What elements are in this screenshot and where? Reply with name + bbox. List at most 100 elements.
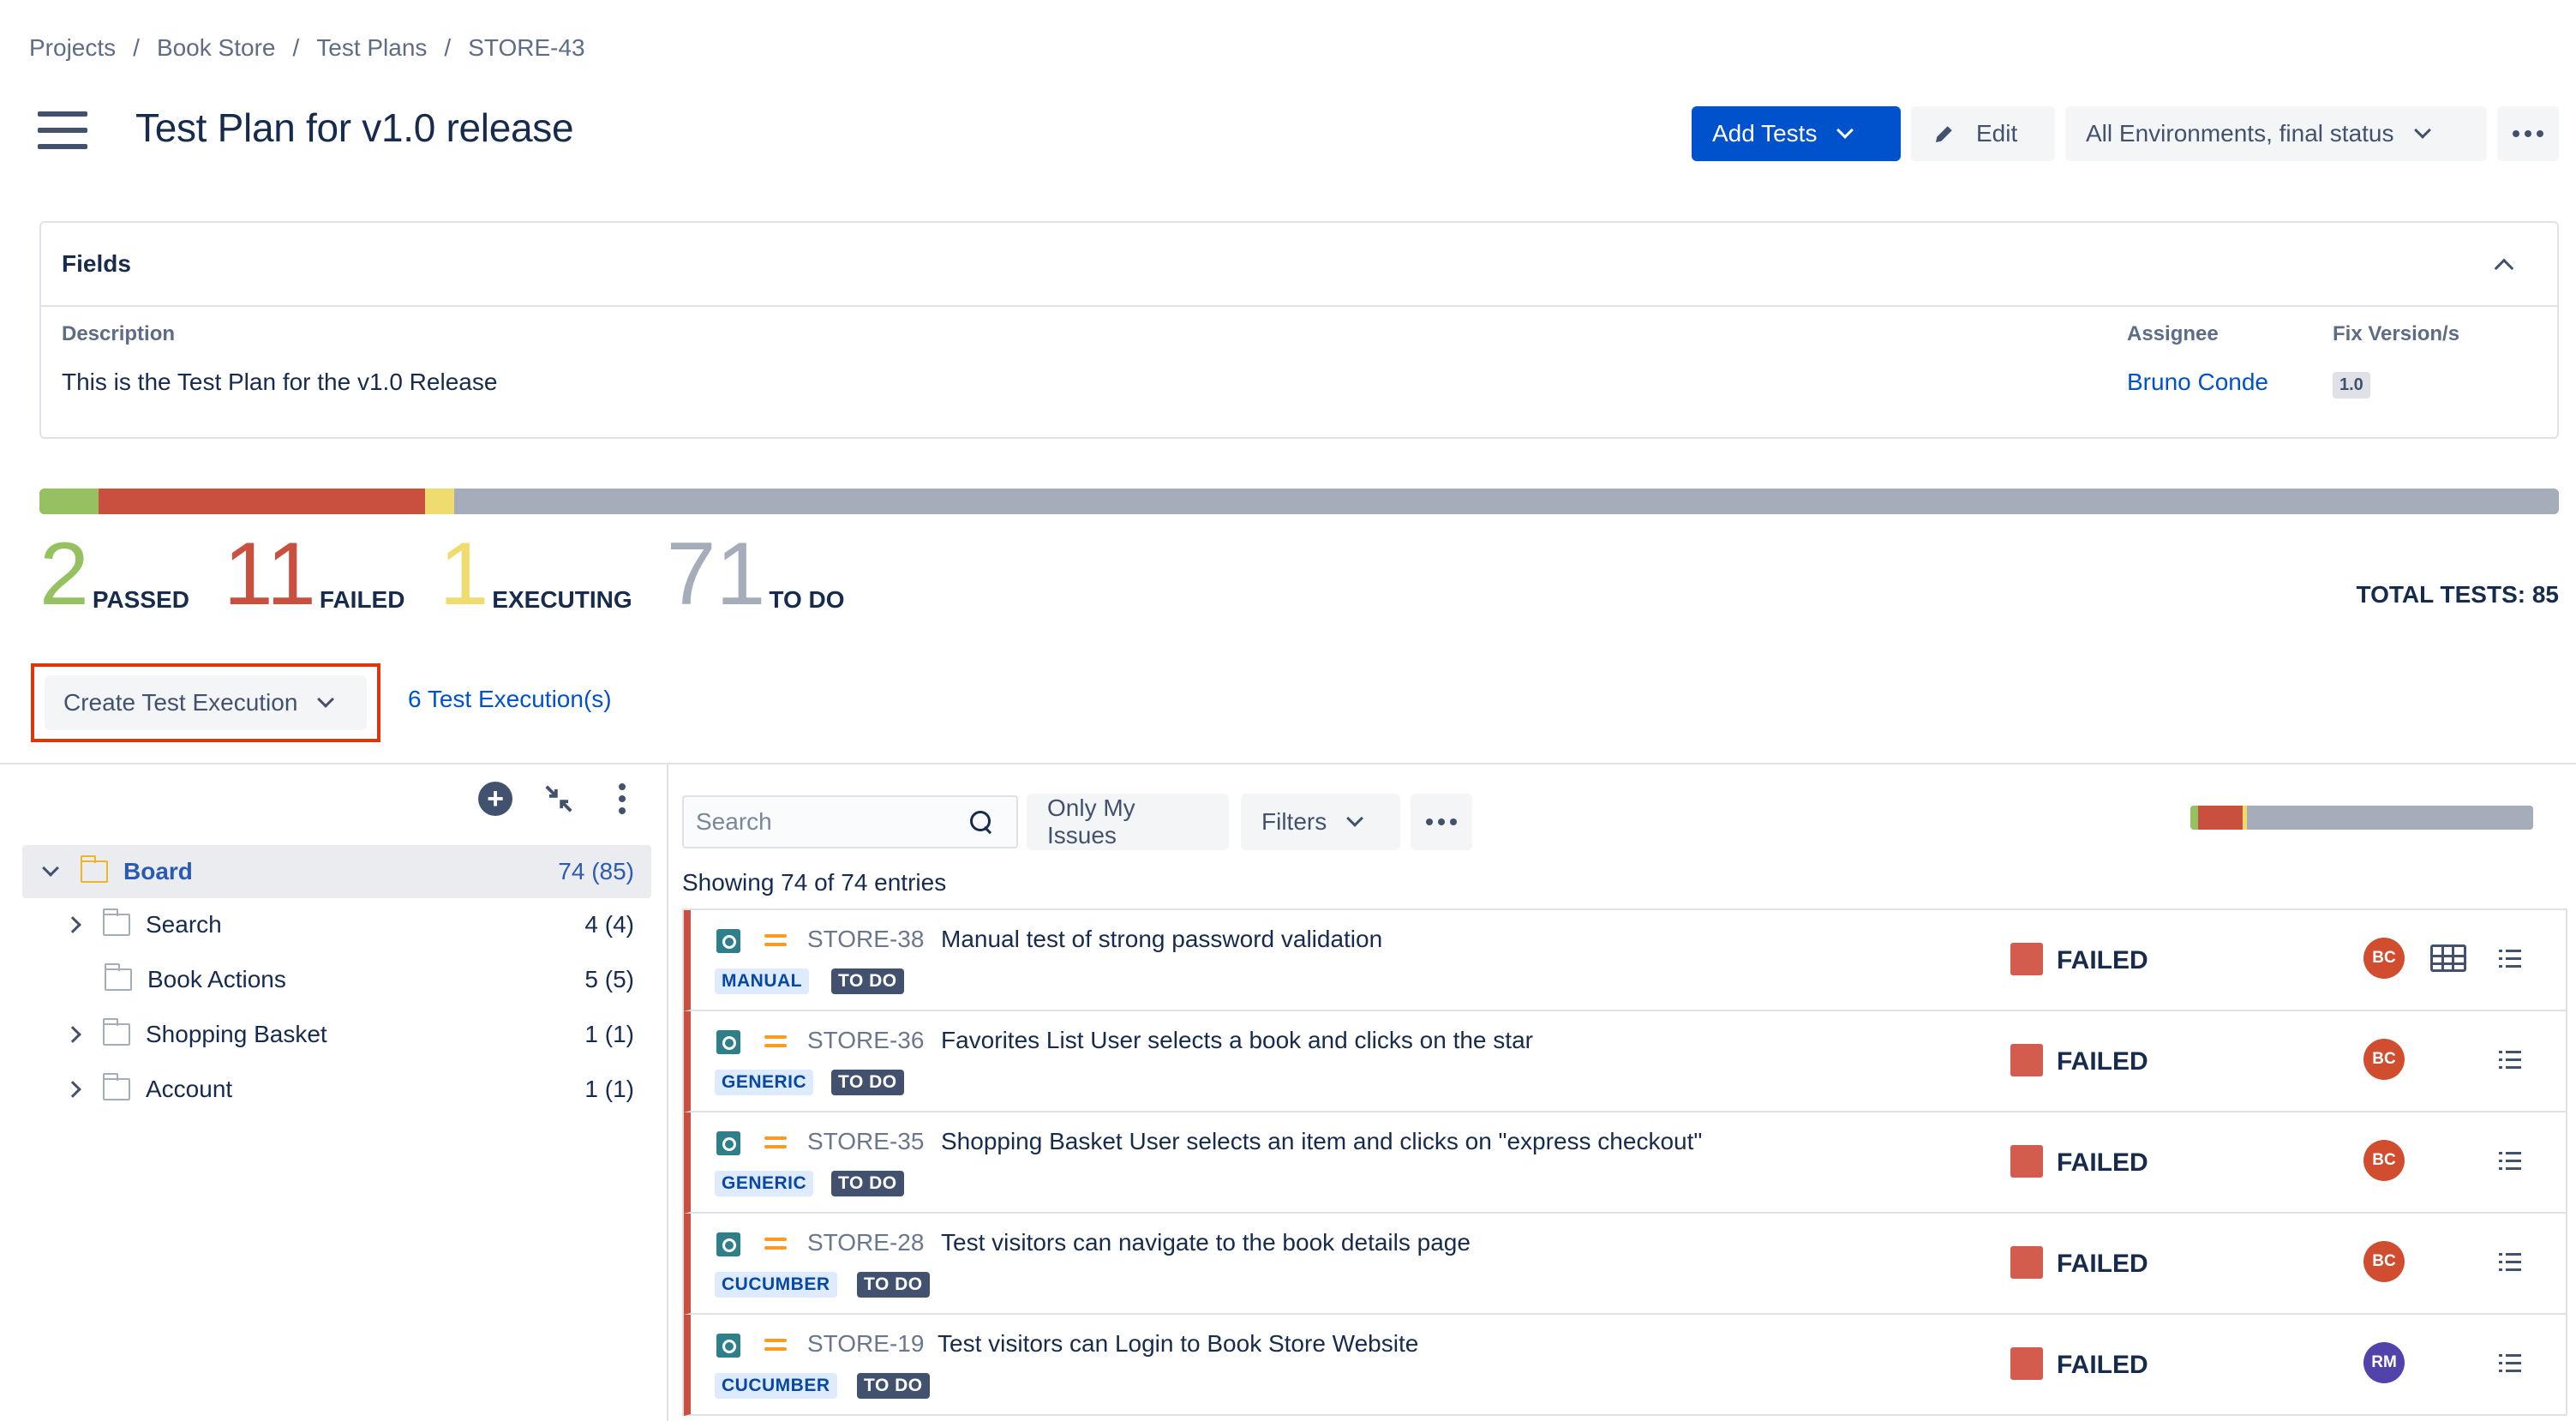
status-summary: 2 PASSED 11 FAILED 1 EXECUTING 71 TO DO xyxy=(39,525,879,624)
test-result: FAILED xyxy=(2057,1250,2148,1278)
fix-version-lozenge[interactable]: 1.0 xyxy=(2333,372,2370,399)
test-type-tag: MANUAL xyxy=(715,968,809,994)
test-row[interactable]: STORE-19 Test visitors can Login to Book… xyxy=(684,1315,2566,1416)
assignee-link[interactable]: Bruno Conde xyxy=(2127,369,2268,396)
test-executions-link[interactable]: 6 Test Execution(s) xyxy=(408,686,612,713)
executing-stat[interactable]: 1 EXECUTING xyxy=(439,525,632,624)
test-steps-icon[interactable] xyxy=(2499,1352,2521,1375)
breadcrumb-projects[interactable]: Projects xyxy=(29,34,116,62)
progress-segment-todo xyxy=(2246,806,2533,830)
breadcrumb-issue-key[interactable]: STORE-43 xyxy=(468,34,584,62)
test-key[interactable]: STORE-19 xyxy=(807,1330,924,1358)
tests-search-box xyxy=(682,795,1018,848)
avatar[interactable]: BC xyxy=(2363,1241,2405,1282)
test-status-progress-bar xyxy=(39,489,2559,514)
only-my-issues-button[interactable]: Only My Issues xyxy=(1027,794,1229,850)
avatar[interactable]: BC xyxy=(2363,1039,2405,1080)
test-key[interactable]: STORE-38 xyxy=(807,926,924,953)
header-actions: Add Tests Edit All Environments, final s… xyxy=(1692,106,2559,161)
environment-select[interactable]: All Environments, final status xyxy=(2065,106,2487,161)
tree-item-label: Account xyxy=(146,1076,233,1102)
priority-medium-icon xyxy=(764,1032,787,1051)
more-icon xyxy=(1426,818,1457,825)
dataset-table-icon[interactable] xyxy=(2430,944,2466,972)
test-key[interactable]: STORE-35 xyxy=(807,1128,924,1155)
avatar[interactable]: RM xyxy=(2363,1342,2405,1383)
tree-item-search[interactable]: Search 4 (4) xyxy=(22,898,651,951)
filters-button[interactable]: Filters xyxy=(1241,794,1400,850)
add-folder-button[interactable]: + xyxy=(476,780,514,818)
breadcrumb: Projects / Book Store / Test Plans / STO… xyxy=(29,34,585,62)
progress-segment-failed xyxy=(2198,806,2244,830)
chevron-right-icon[interactable] xyxy=(64,1081,81,1098)
breadcrumb-test-plans[interactable]: Test Plans xyxy=(316,34,427,62)
chevron-down-icon[interactable] xyxy=(42,860,59,877)
test-summary[interactable]: Manual test of strong password validatio… xyxy=(941,926,1382,953)
progress-segment-failed xyxy=(99,489,425,514)
test-issue-type-icon xyxy=(716,1030,740,1054)
test-summary[interactable]: Test visitors can navigate to the book d… xyxy=(941,1229,1471,1256)
plus-circle-icon: + xyxy=(478,782,512,816)
test-issue-type-icon xyxy=(716,1232,740,1256)
test-steps-icon[interactable] xyxy=(2499,1150,2521,1172)
passed-count: 2 xyxy=(39,525,89,624)
chevron-down-icon xyxy=(2413,122,2431,139)
tree-item-count: 74 (85) xyxy=(558,858,634,884)
test-summary[interactable]: Favorites List User selects a book and c… xyxy=(941,1027,1533,1054)
test-key[interactable]: STORE-28 xyxy=(807,1229,924,1256)
test-row[interactable]: STORE-35 Shopping Basket User selects an… xyxy=(684,1112,2566,1214)
test-key[interactable]: STORE-36 xyxy=(807,1027,924,1054)
fields-header[interactable]: Fields xyxy=(41,223,2557,307)
tree-item-book-actions[interactable]: Book Actions 5 (5) xyxy=(22,953,651,1006)
create-test-execution-highlight: Create Test Execution xyxy=(31,663,380,742)
avatar[interactable]: BC xyxy=(2363,1140,2405,1181)
chevron-right-icon[interactable] xyxy=(64,1026,81,1043)
test-row[interactable]: STORE-28 Test visitors can navigate to t… xyxy=(684,1214,2566,1315)
hamburger-menu-icon[interactable] xyxy=(38,111,87,149)
passed-stat[interactable]: 2 PASSED xyxy=(39,525,189,624)
tree-options-button[interactable] xyxy=(603,780,641,818)
panel-divider[interactable] xyxy=(667,764,668,1421)
test-steps-icon[interactable] xyxy=(2499,948,2521,970)
entries-count: Showing 74 of 74 entries xyxy=(682,869,947,896)
todo-label: TO DO xyxy=(769,586,845,613)
breadcrumb-project[interactable]: Book Store xyxy=(157,34,276,62)
tests-search-input[interactable] xyxy=(696,808,970,836)
tree-item-label: Board xyxy=(123,858,193,884)
tests-list: STORE-38 Manual test of strong password … xyxy=(682,908,2567,1416)
test-summary[interactable]: Shopping Basket User selects an item and… xyxy=(941,1128,1702,1155)
collapse-all-button[interactable] xyxy=(540,780,578,818)
edit-button[interactable]: Edit xyxy=(1911,106,2055,161)
tests-more-button[interactable] xyxy=(1411,794,1472,850)
test-row[interactable]: STORE-38 Manual test of strong password … xyxy=(684,910,2566,1011)
tree-item-account[interactable]: Account 1 (1) xyxy=(22,1063,651,1116)
failed-status-icon xyxy=(2010,943,2043,975)
tree-item-board[interactable]: Board 74 (85) xyxy=(22,845,651,898)
test-row[interactable]: STORE-36 Favorites List User selects a b… xyxy=(684,1011,2566,1112)
add-tests-button[interactable]: Add Tests xyxy=(1692,106,1901,161)
total-tests: TOTAL TESTS: 85 xyxy=(2356,581,2559,608)
tests-progress-bar xyxy=(2190,806,2533,830)
failed-count: 11 xyxy=(223,525,316,624)
test-steps-icon[interactable] xyxy=(2499,1049,2521,1071)
search-icon[interactable] xyxy=(970,811,992,833)
section-divider xyxy=(0,763,2576,764)
test-summary[interactable]: Test visitors can Login to Book Store We… xyxy=(938,1330,1418,1358)
more-actions-button[interactable] xyxy=(2497,106,2559,161)
create-test-execution-button[interactable]: Create Test Execution xyxy=(45,675,367,730)
chevron-up-icon[interactable] xyxy=(2494,258,2514,279)
executing-count: 1 xyxy=(439,525,489,624)
progress-segment-executing xyxy=(424,489,455,514)
test-issue-type-icon xyxy=(716,1334,740,1358)
test-result: FAILED xyxy=(2057,1148,2148,1177)
tree-item-shopping-basket[interactable]: Shopping Basket 1 (1) xyxy=(22,1008,651,1061)
test-type-tag: CUCUMBER xyxy=(715,1373,837,1399)
failed-status-icon xyxy=(2010,1044,2043,1076)
test-steps-icon[interactable] xyxy=(2499,1251,2521,1274)
test-type-tag: CUCUMBER xyxy=(715,1272,837,1298)
failed-stat[interactable]: 11 FAILED xyxy=(223,525,405,624)
todo-stat[interactable]: 71 TO DO xyxy=(667,530,845,619)
more-icon xyxy=(2513,130,2543,137)
avatar[interactable]: BC xyxy=(2363,938,2405,979)
chevron-right-icon[interactable] xyxy=(64,916,81,933)
